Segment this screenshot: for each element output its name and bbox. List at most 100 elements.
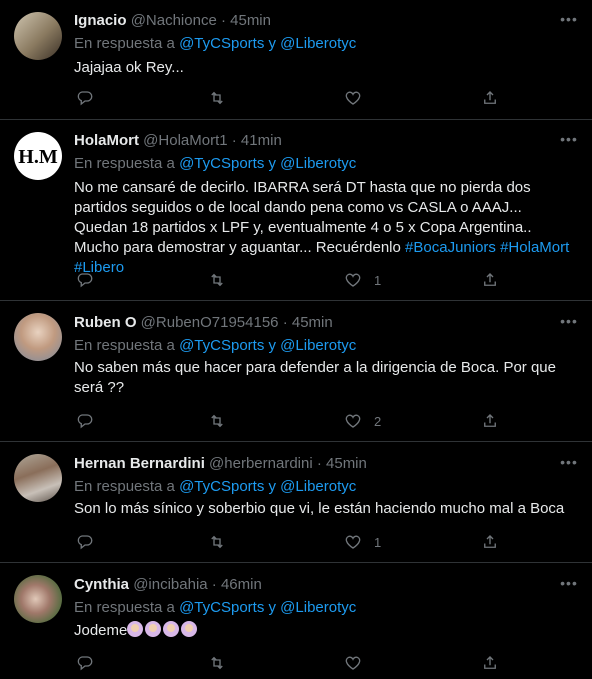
share-button[interactable] (481, 653, 499, 673)
retweet-button[interactable] (208, 653, 226, 673)
retweet-button[interactable] (208, 411, 226, 431)
reply-and: y (264, 35, 281, 52)
retweet-button[interactable] (208, 88, 226, 108)
avatar[interactable]: H.M (14, 132, 62, 180)
more-icon[interactable]: ••• (560, 314, 578, 334)
reply-button[interactable] (76, 411, 94, 431)
tweet[interactable]: Hernan Bernardini @herbernardini · 45min… (0, 442, 592, 563)
more-icon[interactable]: ••• (560, 12, 578, 32)
tweet-text: Jodeme (74, 621, 574, 641)
mention-link[interactable]: @Liberotyc (280, 35, 356, 52)
timestamp[interactable]: · 41min (232, 132, 282, 149)
mention-link[interactable]: @TyCSports (179, 599, 264, 616)
mention-link[interactable]: @TyCSports (179, 155, 264, 172)
share-button[interactable] (481, 270, 499, 290)
retweet-button[interactable] (208, 270, 226, 290)
avatar[interactable] (14, 12, 62, 60)
mention-link[interactable]: @Liberotyc (280, 478, 356, 495)
timestamp[interactable]: · 45min (283, 314, 333, 331)
tweet-text: No saben más que hacer para defender a l… (74, 359, 556, 396)
display-name[interactable]: Ignacio (74, 12, 127, 29)
like-button[interactable]: 1 (344, 270, 381, 290)
display-name[interactable]: Cynthia (74, 576, 129, 593)
mention-link[interactable]: @TyCSports (179, 478, 264, 495)
heart-icon (345, 414, 361, 428)
retweet-icon (211, 414, 223, 428)
reply-context: En respuesta a @TyCSports y @Liberotyc (74, 477, 356, 497)
reply-button[interactable] (76, 270, 94, 290)
tweet-header: Ruben O @RubenO71954156 · 45min (74, 313, 333, 333)
tweet-text: No me cansaré de decirlo. IBARRA será DT… (74, 178, 574, 278)
heart-icon (345, 91, 361, 105)
mention-link[interactable]: @Liberotyc (280, 337, 356, 354)
share-button[interactable] (481, 88, 499, 108)
share-button[interactable] (481, 532, 499, 552)
tweet-header: Hernan Bernardini @herbernardini · 45min (74, 454, 367, 474)
tweet-header: Ignacio @Nachionce · 45min (74, 11, 271, 31)
reply-button[interactable] (76, 653, 94, 673)
tweet-text: Jajajaa ok Rey... (74, 59, 184, 76)
avatar[interactable] (14, 575, 62, 623)
avatar[interactable] (14, 313, 62, 361)
like-button[interactable] (344, 653, 374, 673)
share-icon (484, 91, 496, 104)
retweet-icon (211, 535, 223, 549)
timestamp[interactable]: · 46min (212, 576, 262, 593)
tweet-header: Cynthia @incibahia · 46min (74, 575, 262, 595)
display-name[interactable]: HolaMort (74, 132, 139, 149)
woman-facepalming-emoji (145, 621, 162, 637)
retweet-button[interactable] (208, 532, 226, 552)
user-handle[interactable]: @herbernardini (209, 455, 313, 472)
retweet-icon (211, 91, 223, 105)
svg-text:H.M: H.M (18, 146, 58, 168)
tweet[interactable]: Ruben O @RubenO71954156 · 45min ••• En r… (0, 301, 592, 442)
woman-facepalming-emoji (181, 621, 198, 637)
reply-context: En respuesta a @TyCSports y @Liberotyc (74, 336, 356, 356)
user-handle[interactable]: @RubenO71954156 (141, 314, 279, 331)
mention-link[interactable]: @Liberotyc (280, 599, 356, 616)
share-button[interactable] (481, 411, 499, 431)
like-button[interactable] (344, 88, 374, 108)
display-name[interactable]: Ruben O (74, 314, 137, 331)
timestamp[interactable]: · 45min (221, 12, 271, 29)
reply-context: En respuesta a @TyCSports y @Liberotyc (74, 34, 356, 54)
mention-link[interactable]: @TyCSports (179, 35, 264, 52)
user-handle[interactable]: @incibahia (133, 576, 207, 593)
like-button[interactable]: 2 (344, 411, 381, 431)
tweet-text: Son lo más sínico y soberbio que vi, le … (74, 500, 565, 517)
like-count: 1 (374, 272, 382, 288)
tweet-text-content: Jodeme (74, 622, 128, 639)
user-handle[interactable]: @Nachionce (131, 12, 217, 29)
avatar[interactable] (14, 454, 62, 502)
retweet-icon (211, 273, 223, 287)
reply-icon (77, 535, 93, 550)
share-icon (484, 656, 496, 669)
display-name[interactable]: Hernan Bernardini (74, 455, 205, 472)
action-bar: 1 (74, 532, 504, 552)
woman-facepalming-emoji (163, 621, 180, 637)
action-bar: 2 (74, 411, 504, 431)
tweet[interactable]: Ignacio @Nachionce · 45min ••• En respue… (0, 0, 592, 120)
action-bar: 1 (74, 270, 504, 290)
mention-link[interactable]: @TyCSports (179, 337, 264, 354)
reply-icon (77, 273, 93, 288)
like-button[interactable]: 1 (344, 532, 381, 552)
mention-link[interactable]: @Liberotyc (280, 155, 356, 172)
heart-icon (345, 273, 361, 287)
tweet[interactable]: Cynthia @incibahia · 46min ••• En respue… (0, 563, 592, 679)
timestamp[interactable]: · 45min (317, 455, 367, 472)
hashtag-link[interactable]: #HolaMort (500, 239, 569, 256)
woman-facepalming-emoji (127, 621, 144, 637)
more-icon[interactable]: ••• (560, 576, 578, 596)
tweet[interactable]: H.M HolaMort @HolaMort1 · 41min ••• En r… (0, 120, 592, 301)
holamort-logo: H.M (18, 146, 58, 168)
retweet-icon (211, 656, 223, 670)
reply-button[interactable] (76, 532, 94, 552)
reply-context: En respuesta a @TyCSports y @Liberotyc (74, 598, 356, 618)
hashtag-link[interactable]: #BocaJuniors (405, 239, 496, 256)
more-icon[interactable]: ••• (560, 455, 578, 475)
more-icon[interactable]: ••• (560, 132, 578, 152)
reply-and: y (264, 155, 281, 172)
user-handle[interactable]: @HolaMort1 (143, 132, 227, 149)
reply-button[interactable] (76, 88, 94, 108)
